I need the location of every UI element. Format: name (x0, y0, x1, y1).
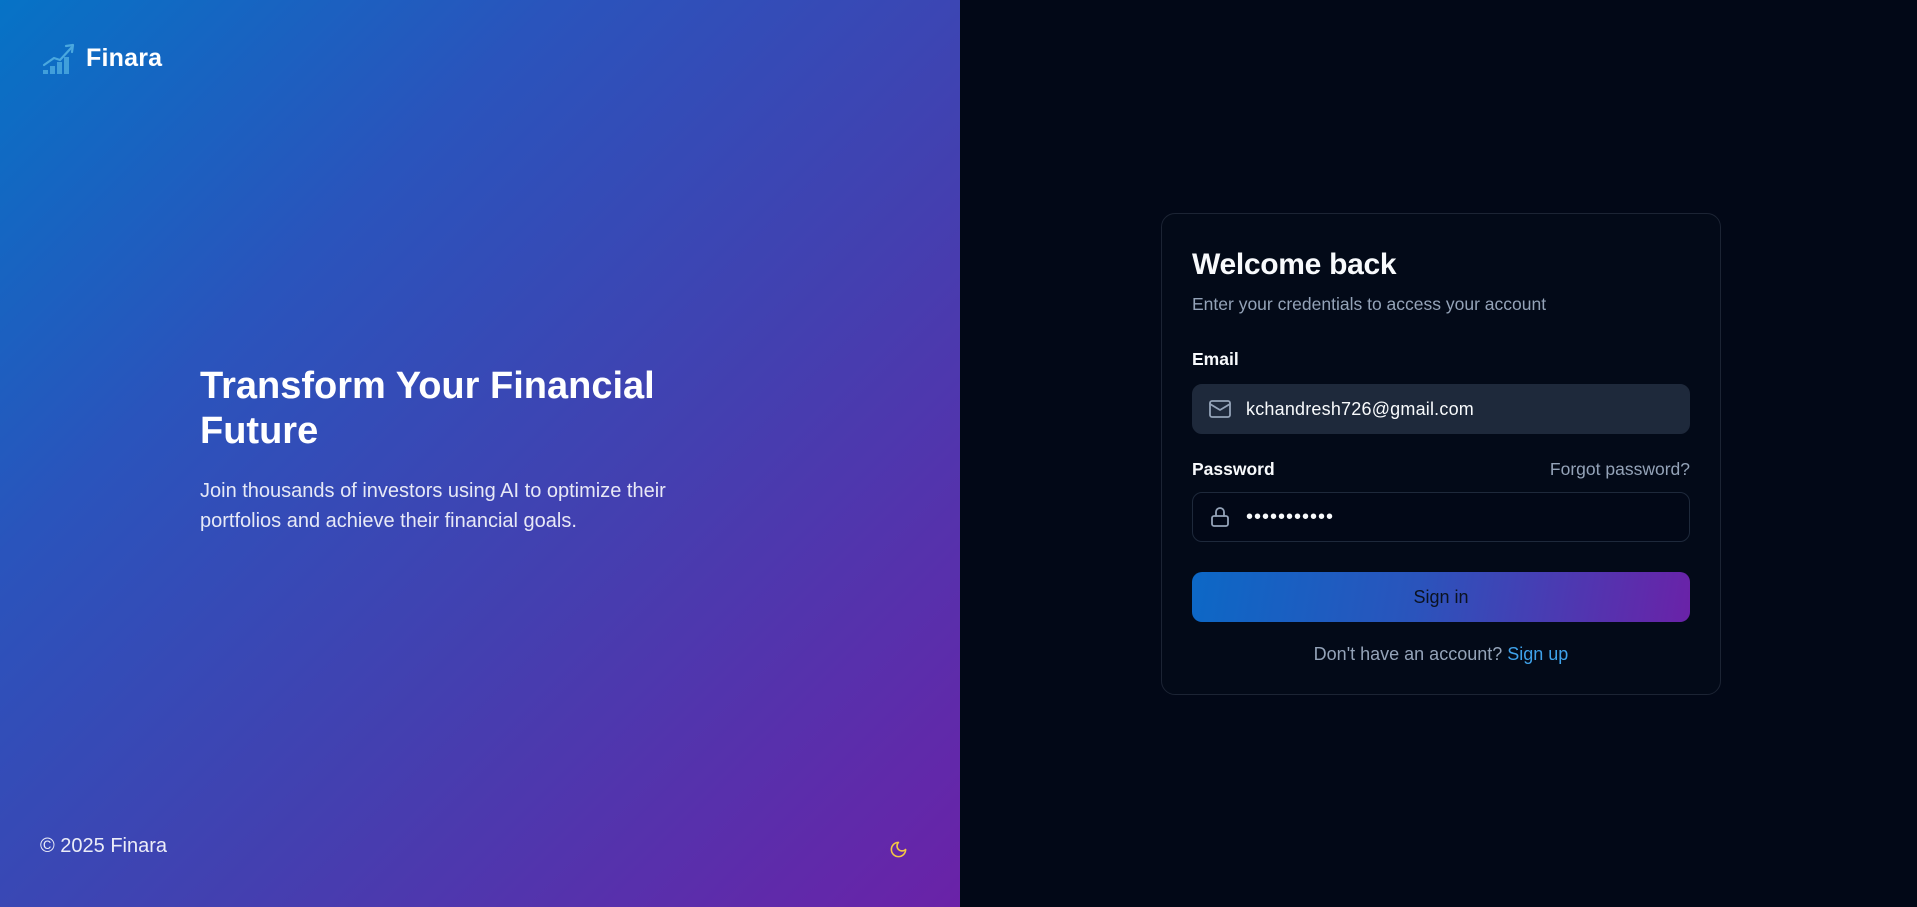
forgot-password-link[interactable]: Forgot password? (1550, 459, 1690, 480)
login-panel: Welcome back Enter your credentials to a… (960, 0, 1917, 907)
lock-icon (1211, 507, 1229, 527)
password-value: ••••••••••• (1246, 505, 1335, 528)
moon-icon (890, 841, 906, 857)
login-page: Finara Transform Your Financial Future J… (0, 0, 1917, 907)
brand-logo[interactable]: Finara (42, 40, 162, 76)
hero-panel: Finara Transform Your Financial Future J… (0, 0, 960, 907)
email-value: kchandresh726@gmail.com (1246, 398, 1474, 419)
email-label: Email (1192, 349, 1239, 369)
hero-content: Transform Your Financial Future Join tho… (200, 364, 760, 536)
login-title: Welcome back (1192, 248, 1397, 281)
login-subtitle: Enter your credentials to access your ac… (1192, 294, 1547, 314)
email-field[interactable]: kchandresh726@gmail.com (1192, 384, 1690, 434)
sign-in-button[interactable]: Sign in (1192, 572, 1690, 622)
password-label: Password (1192, 459, 1275, 479)
copyright-text: © 2025 Finara (40, 835, 168, 857)
hero-subtitle: Join thousands of investors using AI to … (200, 480, 666, 532)
hero-title: Transform Your Financial Future (200, 365, 655, 452)
brand-name: Finara (86, 43, 163, 72)
mail-icon (1209, 400, 1231, 418)
theme-toggle-button[interactable] (885, 836, 911, 862)
password-field[interactable]: ••••••••••• (1192, 492, 1690, 542)
password-label-row: Password Forgot password? (1192, 458, 1690, 480)
signup-prompt: Don't have an account? Sign up (1192, 644, 1690, 665)
sign-up-link[interactable]: Sign up (1507, 644, 1568, 664)
login-card: Welcome back Enter your credentials to a… (1161, 213, 1721, 695)
chart-trend-up-icon (42, 43, 75, 74)
signup-prompt-text: Don't have an account? (1313, 644, 1503, 664)
